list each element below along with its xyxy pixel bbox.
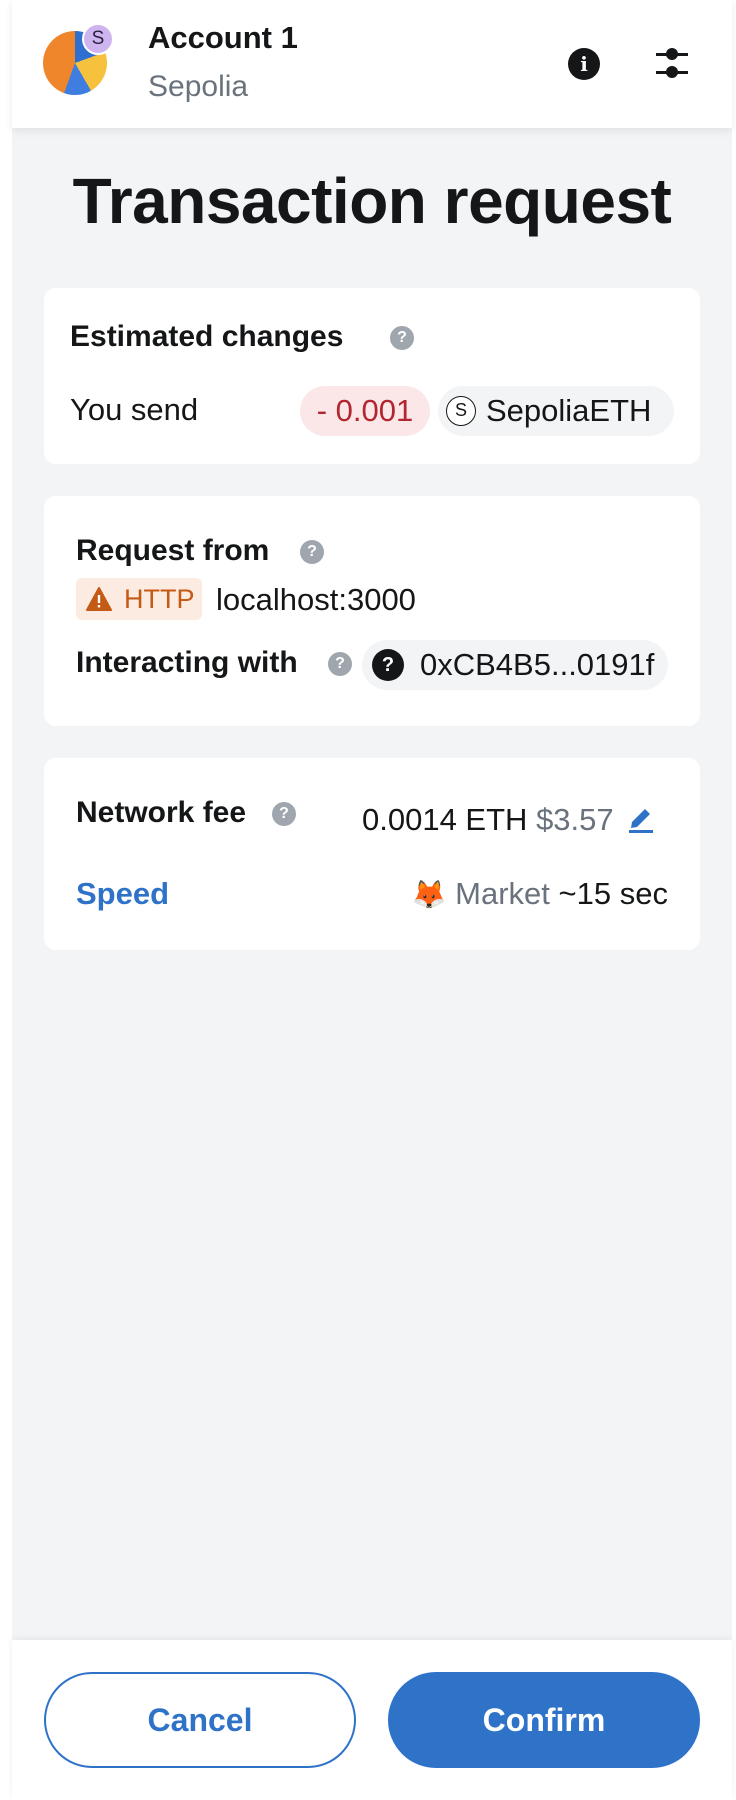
- token-icon: S: [446, 396, 476, 426]
- help-icon[interactable]: ?: [272, 802, 296, 826]
- request-origin: localhost:3000: [216, 582, 416, 617]
- fee-fiat: $3.57: [536, 802, 614, 837]
- header: S Account 1 Sepolia i: [12, 0, 732, 128]
- unknown-contract-icon: ?: [372, 649, 404, 681]
- speed-link[interactable]: Speed: [76, 876, 169, 912]
- interacting-with-label: Interacting with: [76, 646, 298, 679]
- info-icon[interactable]: i: [568, 48, 600, 80]
- network-fee-label: Network fee: [76, 796, 247, 829]
- network-name: Sepolia: [148, 70, 249, 103]
- gas-fee-card: Network fee ? 0.0014 ETH $3.57 Speed 🦊 M…: [44, 758, 700, 950]
- network-fee-value: 0.0014 ETH $3.57: [362, 802, 614, 838]
- fox-icon: 🦊: [411, 879, 447, 910]
- confirm-button[interactable]: Confirm: [388, 1672, 700, 1768]
- token-pill[interactable]: S SepoliaETH: [438, 386, 674, 436]
- token-name: SepoliaETH: [486, 393, 652, 428]
- confirmation-screen: S Account 1 Sepolia i Transaction reques…: [12, 0, 732, 1800]
- warning-icon: [86, 587, 112, 611]
- insecure-http-badge: HTTP: [76, 578, 202, 620]
- speed-value[interactable]: 🦊 Market ~15 sec: [412, 876, 668, 912]
- http-label: HTTP: [124, 584, 195, 614]
- cancel-button[interactable]: Cancel: [44, 1672, 356, 1768]
- sliders-icon[interactable]: [652, 44, 692, 84]
- speed-market: Market: [455, 876, 550, 911]
- request-from-label: Request from: [76, 534, 270, 567]
- fee-native: 0.0014 ETH: [362, 802, 528, 837]
- page-title: Transaction request: [72, 165, 672, 237]
- help-icon[interactable]: ?: [390, 326, 414, 350]
- send-amount: - 0.001: [300, 386, 430, 436]
- help-icon[interactable]: ?: [328, 652, 352, 676]
- estimated-changes-card: Estimated changes ? You send - 0.001 S S…: [44, 288, 700, 464]
- pencil-icon[interactable]: [626, 802, 656, 834]
- you-send-label: You send: [70, 392, 199, 427]
- help-icon[interactable]: ?: [300, 540, 324, 564]
- speed-time: ~15 sec: [558, 876, 668, 911]
- footer: Cancel Confirm: [12, 1640, 732, 1800]
- request-card: Request from ? HTTP localhost:3000 Inter…: [44, 496, 700, 726]
- estimated-changes-heading: Estimated changes: [70, 320, 344, 353]
- network-badge: S: [82, 23, 114, 55]
- account-name: Account 1: [148, 20, 298, 55]
- contract-address: 0xCB4B5...0191f: [420, 647, 655, 682]
- contract-address-pill[interactable]: ? 0xCB4B5...0191f: [362, 640, 668, 690]
